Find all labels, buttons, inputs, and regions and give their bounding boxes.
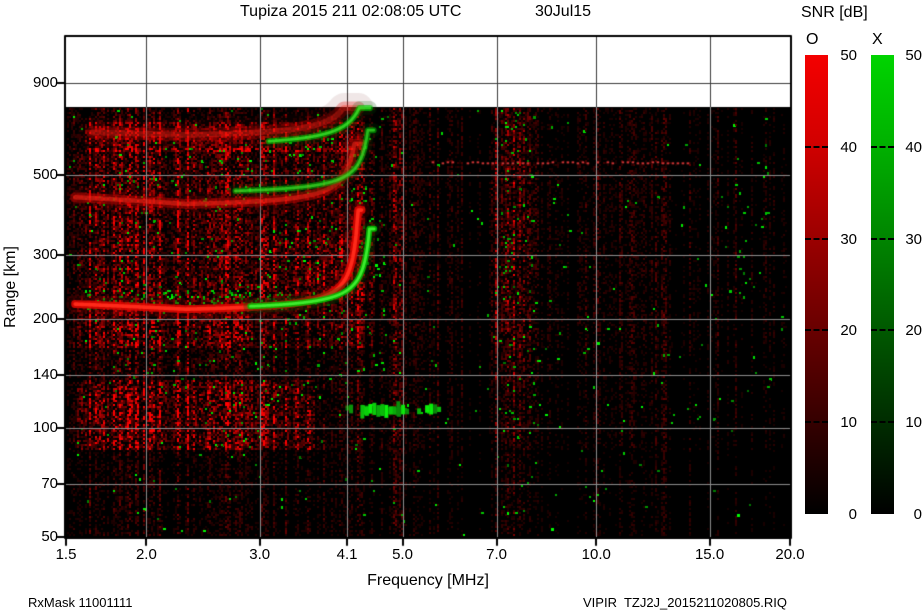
colorbar-tick-dash: [871, 145, 894, 148]
colorbar-tick-dash: [871, 237, 894, 240]
y-tick-label: 100: [32, 419, 58, 437]
x-mode-colorbar: [871, 55, 894, 514]
colorbar-tick-dash: [805, 237, 828, 240]
ionogram-canvas: [0, 0, 922, 614]
x-axis-title: Frequency [MHz]: [367, 572, 489, 589]
x-tick-label: 1.5: [55, 546, 77, 563]
y-tick-label: 50: [41, 528, 58, 545]
o-colorbar-tick-label: 0: [848, 506, 857, 523]
x-tick-label: 10.0: [581, 546, 611, 563]
x-tick-label: 5.0: [392, 546, 413, 563]
colorbar-tick-dash: [871, 421, 894, 424]
filename-label: VIPIR TZJ2J_2015211020805.RIQ: [583, 595, 788, 610]
colorbar-tick-dash: [805, 329, 828, 332]
y-tick-label: 140: [32, 366, 58, 384]
x-colorbar-tick-label: 50: [905, 47, 922, 64]
o-colorbar-tick-label: 20: [840, 322, 857, 340]
x-colorbar-tick-label: 10: [905, 414, 922, 432]
colorbar-tick-dash: [805, 145, 828, 148]
y-tick-label: 900: [32, 73, 58, 91]
plot-date: 30Jul15: [535, 3, 592, 20]
colorbar-tick-dash: [805, 421, 828, 424]
x-tick-label: 4.1: [336, 546, 358, 563]
y-tick-label: 200: [32, 310, 58, 328]
x-tick-label: 20.0: [775, 546, 805, 563]
o-colorbar-tick-label: 30: [840, 230, 857, 248]
x-colorbar-tick-label: 20: [905, 322, 922, 340]
colorbar-title: SNR [dB]: [801, 4, 868, 21]
x-colorbar-tick-label: 0: [913, 506, 922, 523]
o-colorbar-tick-label: 50: [840, 47, 857, 64]
y-tick-label: 70: [41, 475, 58, 493]
y-axis-title: Range [km]: [2, 246, 19, 328]
y-tick-label: 500: [32, 166, 58, 184]
o-mode-colorbar: [805, 55, 828, 514]
plot-title: Tupiza 2015 211 02:08:05 UTC: [240, 3, 462, 20]
ionogram-figure: Tupiza 2015 211 02:08:05 UTC 30Jul15 SNR…: [0, 0, 922, 614]
x-mode-label: X: [872, 31, 883, 48]
x-colorbar-tick-label: 40: [905, 138, 922, 156]
x-tick-label: 3.0: [249, 546, 271, 563]
x-tick-label: 2.0: [135, 546, 157, 563]
o-colorbar-tick-label: 40: [840, 138, 857, 156]
y-tick-label: 300: [32, 246, 58, 264]
x-tick-label: 7.0: [486, 546, 507, 563]
x-tick-label: 15.0: [694, 546, 725, 563]
o-mode-label: O: [806, 31, 819, 48]
o-colorbar-tick-label: 10: [840, 414, 857, 432]
x-colorbar-tick-label: 30: [905, 230, 922, 248]
rx-mask-label: RxMask 11001111: [28, 595, 133, 610]
colorbar-tick-dash: [871, 329, 894, 332]
